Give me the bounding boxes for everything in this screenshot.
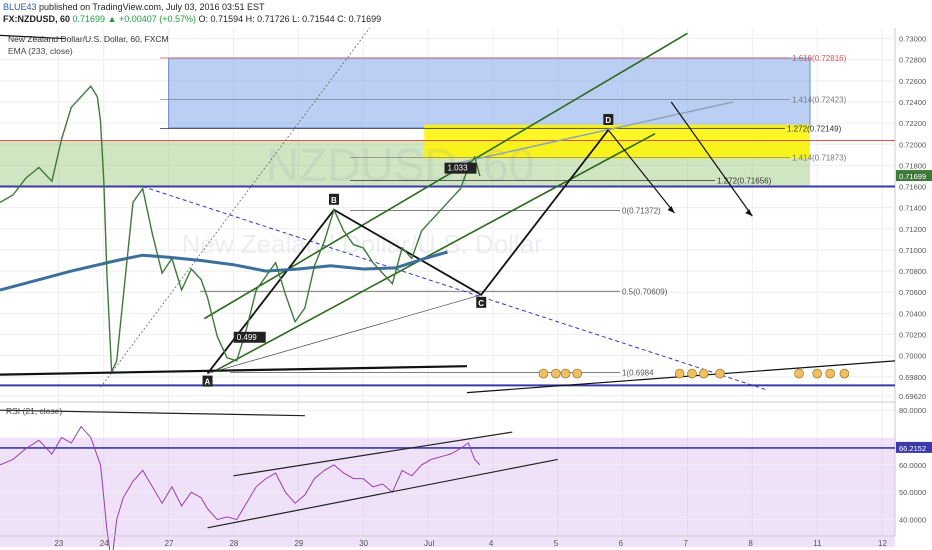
time-axis-tick: 11 <box>813 539 822 548</box>
point-label-A: A <box>205 378 211 387</box>
target-arrow-2-head <box>745 209 753 217</box>
price-axis-tick: 0.72600 <box>899 77 926 86</box>
economic-event-icon <box>538 368 549 379</box>
economic-event-icon <box>812 368 822 379</box>
price-axis-tick: 0.70800 <box>899 267 926 276</box>
current-price-value: 0.71699 <box>899 172 926 181</box>
point-label-B: B <box>331 196 337 205</box>
publish-line: BLUE43 published on TradingView.com, Jul… <box>3 2 265 12</box>
rsi-current-value: 66.2152 <box>899 444 926 453</box>
time-axis-tick: 12 <box>878 539 887 548</box>
price-axis-tick: 0.70200 <box>899 330 926 339</box>
tradingview-chart: NZDUSD, 60 New Zealand Dollar/U.S. Dollar… <box>0 0 932 550</box>
price-axis-tick: 0.70400 <box>899 309 926 318</box>
economic-event-icon <box>839 368 850 379</box>
price-axis-tick: 0.71400 <box>899 204 926 213</box>
price-axis-tick: 0.71800 <box>899 161 926 170</box>
price-axis-tick: 0.73000 <box>899 35 926 44</box>
price-axis-tick: 0.71600 <box>899 183 926 192</box>
price-axis-tick: 0.72400 <box>899 98 926 107</box>
price-axis-tick: 0.69620 <box>899 392 926 401</box>
price-chart[interactable]: NZDUSD, 60New Zealand Dollar/U.S. Dollar… <box>0 0 932 550</box>
point-label-C: C <box>478 299 484 308</box>
fib-level-label: 1.414(0.72423) <box>792 96 847 105</box>
price-axis-tick: 0.70600 <box>899 288 926 297</box>
ema-legend[interactable]: EMA (233, close) <box>8 46 73 56</box>
price-axis-tick: 0.70000 <box>899 352 926 361</box>
economic-event-icon <box>674 368 685 379</box>
annotation-label: 1.033 <box>448 164 469 173</box>
author-link[interactable]: BLUE43 <box>3 2 37 12</box>
price-axis-tick: 0.72000 <box>899 140 926 149</box>
symbol-label[interactable]: FX:NZDUSD, 60 <box>3 14 70 24</box>
price-axis-tick: 0.71000 <box>899 246 926 255</box>
published-text: published on TradingView.com, July 03, 2… <box>39 2 265 12</box>
ohlc-values: O: 0.71594 H: 0.71726 L: 0.71544 C: 0.71… <box>198 14 382 24</box>
economic-event-icon <box>794 368 804 379</box>
fib-level-label: 1.618(0.72816) <box>792 54 847 63</box>
target-arrow-1-head <box>667 205 675 213</box>
economic-event-icon <box>687 368 697 379</box>
fib-level-label: 1.414(0.71873) <box>792 154 847 163</box>
annotation-label: 0.499 <box>237 333 258 342</box>
fib-level-label: 0.5(0.70609) <box>622 287 668 296</box>
economic-event-icon <box>715 368 725 379</box>
economic-event-icon <box>551 368 561 379</box>
economic-event-icon <box>560 368 571 379</box>
quote-line: FX:NZDUSD, 60 0.71699 ▲ +0.00407 (+0.57%… <box>3 14 381 24</box>
economic-event-icon <box>572 368 583 379</box>
watermark-name: New Zealand Dollar/U.S. Dollar <box>182 229 544 259</box>
price-axis-tick: 0.69800 <box>899 373 926 382</box>
main-pane-title: New Zealand Dollar/U.S. Dollar, 60, FXCM <box>8 34 169 44</box>
price-axis-tick: 0.72800 <box>899 56 926 65</box>
fib-level-label: 1.272(0.72149) <box>787 125 842 134</box>
fib-level-label: 0(0.71372) <box>622 207 661 216</box>
time-axis-tick: Jul <box>424 539 434 548</box>
rsi-axis-tick: 60.0000 <box>899 461 926 470</box>
economic-event-icon <box>825 368 835 379</box>
rsi-legend[interactable]: RSI (21, close) <box>6 406 62 416</box>
time-axis-tick: 29 <box>294 539 303 548</box>
point-label-D: D <box>605 116 611 125</box>
price-axis-tick: 0.71200 <box>899 225 926 234</box>
time-axis-tick: 24 <box>100 539 109 548</box>
blue-zone <box>168 57 811 129</box>
rsi-axis-tick: 50.0000 <box>899 488 926 497</box>
time-axis-tick: 28 <box>229 539 238 548</box>
rsi-axis-tick: 80.0000 <box>899 406 926 415</box>
economic-event-icon <box>698 368 709 379</box>
price-axis-tick: 0.72200 <box>899 119 926 128</box>
time-axis-tick: 5 <box>554 539 559 548</box>
time-axis-tick: 8 <box>748 539 753 548</box>
price-change: 0.71699 ▲ +0.00407 (+0.57%) <box>72 14 197 24</box>
time-axis-tick: 27 <box>165 539 174 548</box>
fib-level-label: 1(0.6984 <box>622 369 654 378</box>
time-axis-tick: 30 <box>359 539 368 548</box>
time-axis-tick: 7 <box>683 539 688 548</box>
time-axis-tick: 4 <box>489 539 494 548</box>
time-axis-tick: 6 <box>619 539 624 548</box>
rsi-axis-tick: 40.0000 <box>899 516 926 525</box>
time-axis-tick: 23 <box>54 539 63 548</box>
